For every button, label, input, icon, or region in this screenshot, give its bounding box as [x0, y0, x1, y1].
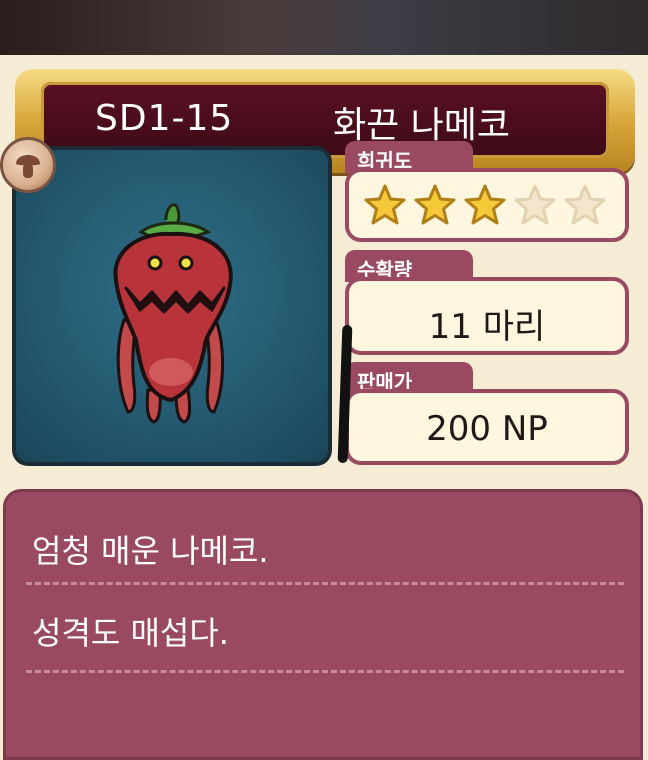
- harvest-value: 11 마리: [428, 307, 546, 347]
- star-filled-icon: [414, 184, 456, 225]
- description-divider-1: [26, 582, 624, 585]
- nameko-code: SD1-15: [95, 98, 234, 139]
- star-filled-icon: [464, 184, 506, 225]
- description-line-1: 엄청 매운 나메코.: [32, 532, 269, 570]
- rarity-box: [345, 168, 629, 242]
- rarity-stars: [361, 182, 609, 230]
- description-line-2: 성격도 매섭다.: [32, 614, 229, 652]
- star-empty-icon: [514, 184, 556, 225]
- sale-price-value: 200 NP: [426, 409, 548, 449]
- red-pepper-nameko-creature: [113, 203, 233, 424]
- creature-portrait: [16, 150, 328, 462]
- sale-price-box: 200 NP: [345, 389, 629, 465]
- harvest-box: 11 마리: [345, 277, 629, 355]
- star-filled-icon: [364, 184, 406, 225]
- description-panel: 엄청 매운 나메코. 성격도 매섭다.: [3, 489, 643, 760]
- background-scene: [0, 0, 648, 60]
- mushroom-badge-icon: [0, 137, 56, 193]
- creature-portrait-frame: [12, 146, 332, 466]
- star-empty-icon: [564, 184, 606, 225]
- description-divider-2: [26, 670, 624, 673]
